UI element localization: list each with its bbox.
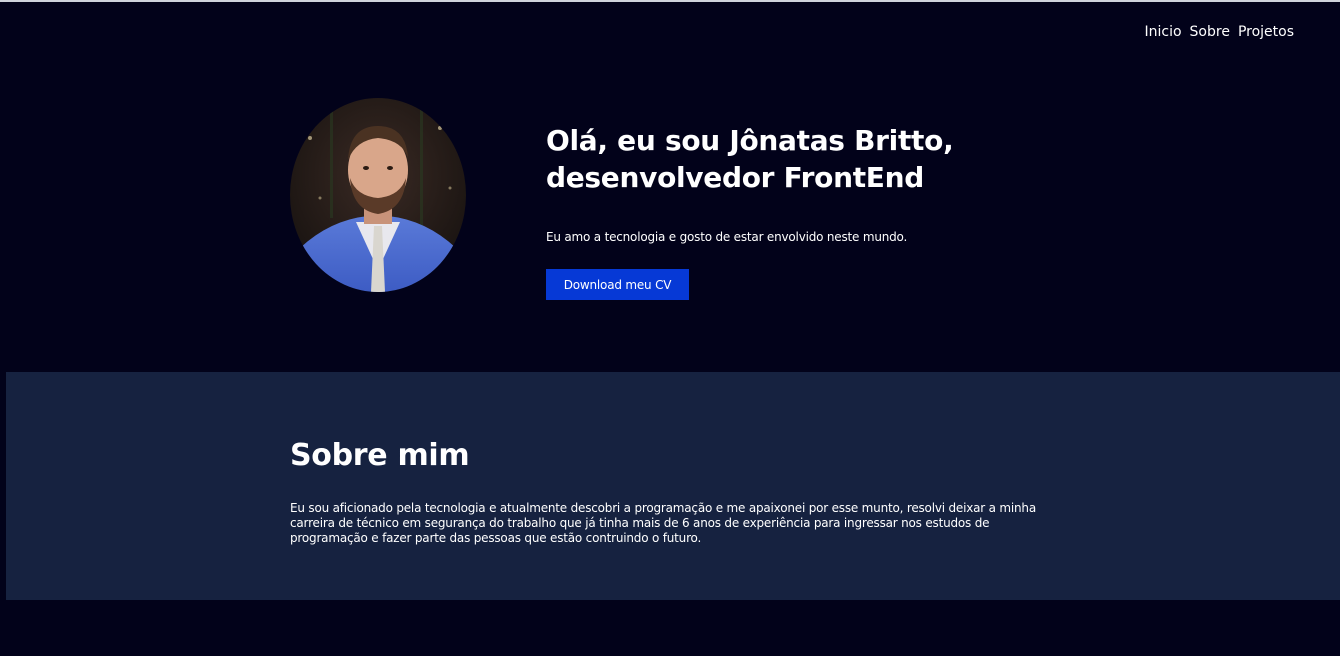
top-border [0, 0, 1340, 2]
download-cv-button[interactable]: Download meu CV [546, 269, 689, 300]
avatar [290, 98, 466, 292]
about-title: Sobre mim [290, 438, 470, 473]
nav-link-inicio[interactable]: Inicio [1144, 24, 1181, 40]
nav-link-projetos[interactable]: Projetos [1238, 24, 1294, 40]
profile-photo-icon [290, 98, 466, 292]
about-text: Eu sou aficionado pela tecnologia e atua… [290, 501, 1036, 545]
nav-link-sobre[interactable]: Sobre [1190, 24, 1230, 40]
main-nav: Inicio Sobre Projetos [1144, 24, 1294, 40]
hero-title: Olá, eu sou Jônatas Britto, desenvolvedo… [546, 124, 954, 194]
hero-subtitle: Eu amo a tecnologia e gosto de estar env… [546, 230, 908, 244]
about-section: Sobre mim Eu sou aficionado pela tecnolo… [6, 372, 1340, 600]
